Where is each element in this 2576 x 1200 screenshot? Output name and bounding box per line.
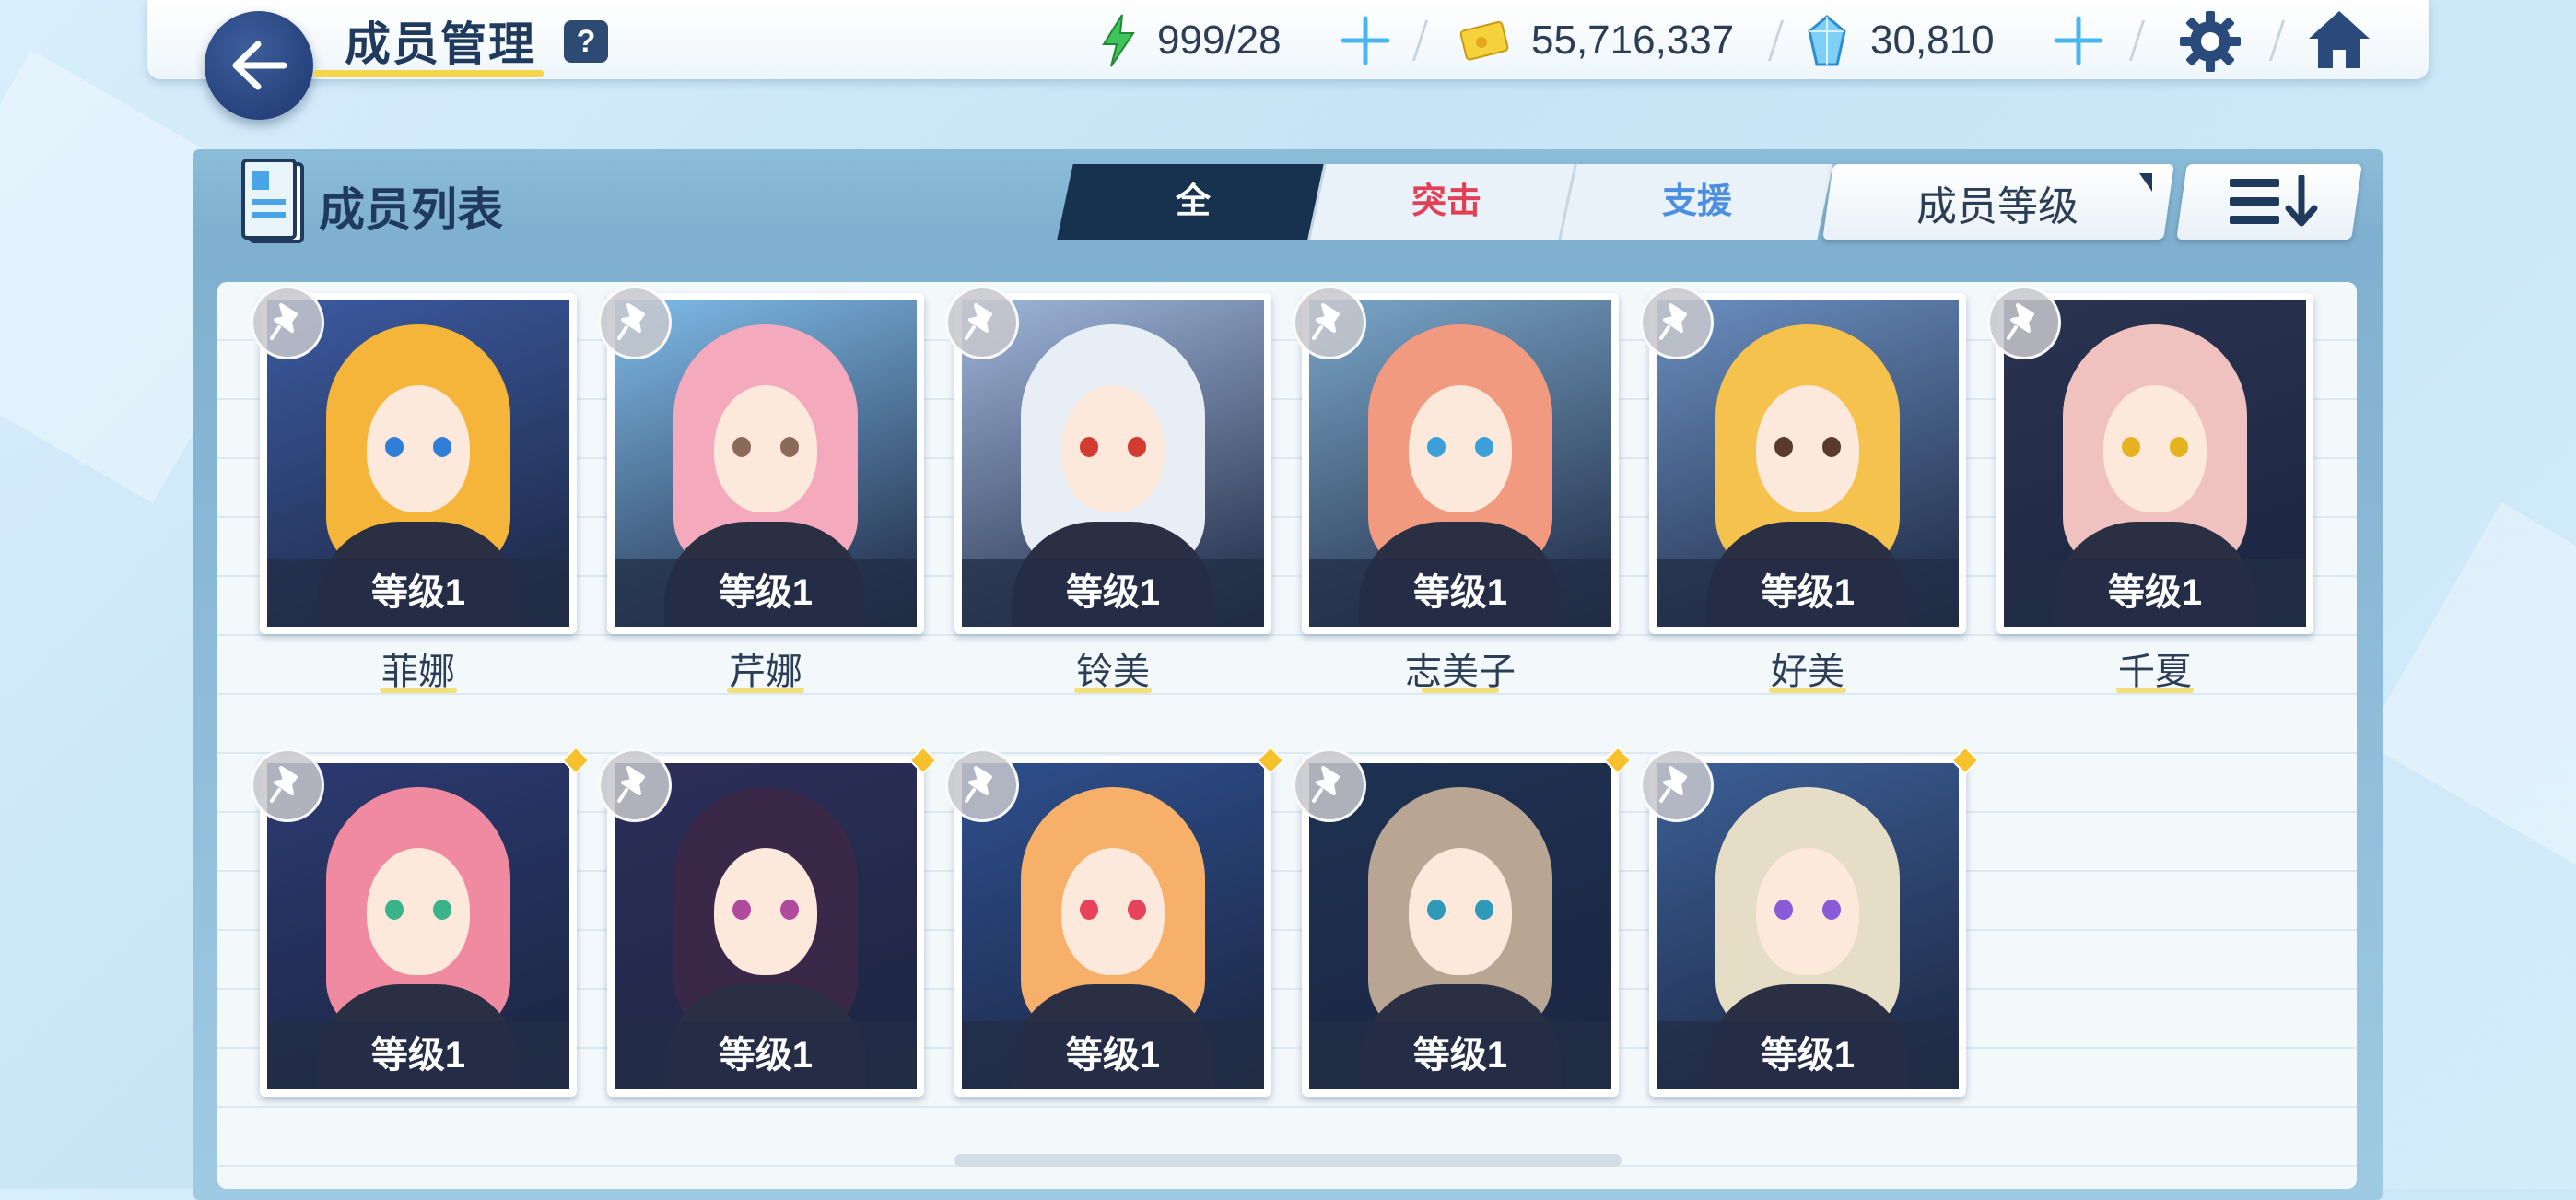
level-label: 等级1 [962, 559, 1264, 627]
gear-icon[interactable] [2178, 9, 2242, 74]
name-underline [727, 688, 804, 693]
help-button[interactable]: ? [564, 20, 608, 63]
pin-icon[interactable] [1640, 286, 1714, 359]
home-icon[interactable] [2305, 7, 2373, 72]
pin-icon[interactable] [251, 748, 324, 822]
sort-label: 成员等级 [1916, 184, 2078, 229]
back-button[interactable] [205, 11, 313, 120]
page-title: 成员管理 [345, 18, 536, 70]
title-underline [313, 70, 544, 77]
tab-all[interactable]: 全 [1057, 164, 1329, 240]
pin-icon[interactable] [945, 286, 1019, 359]
level-label: 等级1 [2004, 559, 2306, 627]
name-underline [1422, 688, 1499, 693]
ap-value: 999/28 [1157, 18, 1282, 63]
pin-icon[interactable] [1293, 748, 1366, 822]
level-label: 等级1 [267, 1021, 569, 1089]
horizontal-scrollbar[interactable] [954, 1154, 1622, 1167]
credits-value: 55,716,337 [1531, 18, 1735, 63]
pin-icon[interactable] [598, 286, 672, 359]
tab-striker[interactable]: 突击 [1307, 164, 1583, 240]
name-underline [1074, 688, 1152, 693]
level-label: 等级1 [1309, 559, 1611, 627]
sort-descending-icon [2230, 175, 2318, 227]
name-underline [380, 688, 457, 693]
pin-icon[interactable] [251, 286, 324, 359]
level-label: 等级1 [267, 559, 569, 627]
lightning-icon [1102, 14, 1135, 67]
bg-decoration [2363, 502, 2576, 880]
level-label: 等级1 [615, 1021, 917, 1089]
name-underline [2116, 688, 2194, 693]
add-pyroxene-icon[interactable] [2051, 13, 2106, 68]
pin-icon[interactable] [1293, 286, 1366, 359]
level-label: 等级1 [1657, 559, 1959, 627]
level-label: 等级1 [1309, 1021, 1611, 1089]
credit-card-icon [1459, 21, 1509, 61]
add-ap-icon[interactable] [1338, 13, 1393, 68]
dropdown-indicator-icon [2139, 173, 2152, 192]
level-label: 等级1 [962, 1021, 1264, 1089]
pin-icon[interactable] [945, 748, 1019, 822]
name-underline [1769, 688, 1846, 693]
panel-title: 成员列表 [319, 184, 503, 236]
pyroxene-icon [1808, 15, 1846, 66]
document-icon [241, 159, 304, 243]
pin-icon[interactable] [1640, 748, 1714, 822]
pyroxene-value: 30,810 [1870, 18, 1995, 63]
pin-icon[interactable] [598, 748, 672, 822]
arrow-left-icon [232, 41, 287, 90]
tab-special[interactable]: 支援 [1558, 164, 1833, 240]
level-label: 等级1 [1657, 1021, 1959, 1089]
pin-icon[interactable] [1987, 286, 2061, 359]
level-label: 等级1 [615, 559, 917, 627]
